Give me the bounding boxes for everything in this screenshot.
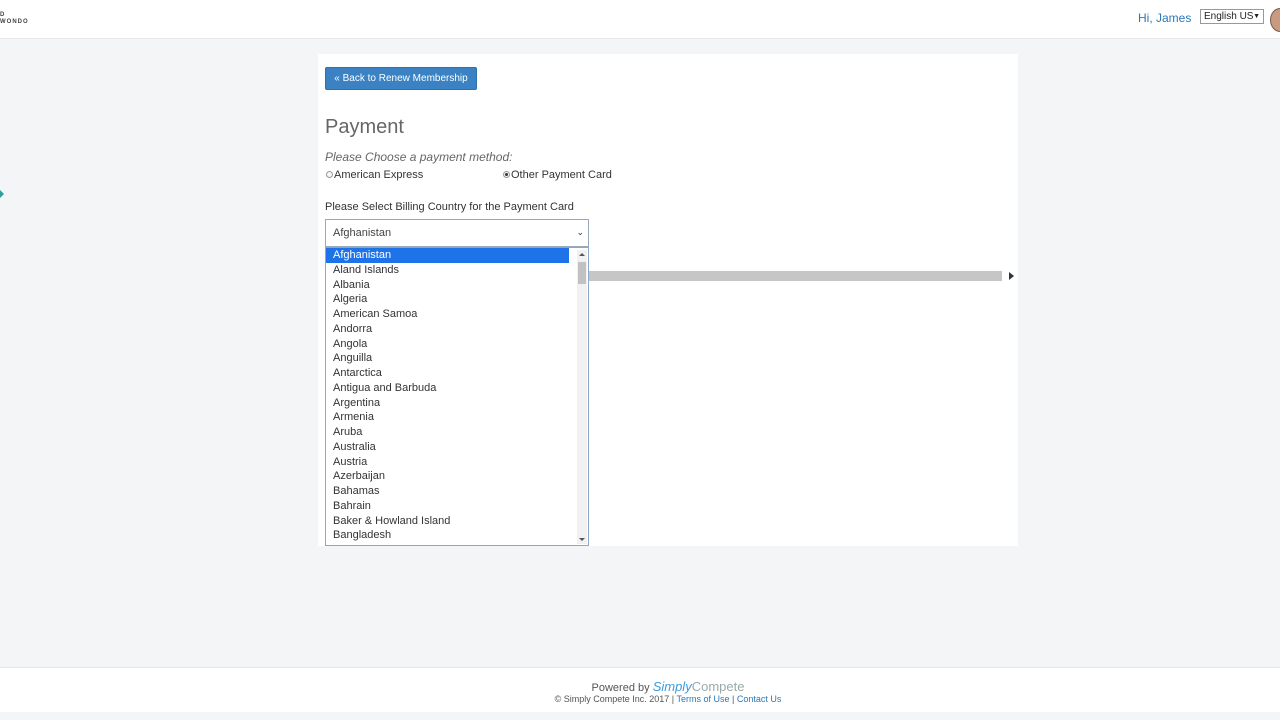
top-bar: D WONDO Hi, James English US ▼ (0, 0, 1280, 39)
footer-separator: | (732, 694, 735, 704)
radio-american-express[interactable] (326, 171, 333, 178)
terms-of-use-link[interactable]: Terms of Use (676, 694, 729, 704)
billing-country-value: Afghanistan (333, 227, 392, 239)
radio-other-payment-card[interactable] (503, 171, 510, 178)
country-option[interactable]: Algeria (326, 292, 569, 307)
brand-name-b: Compete (691, 679, 745, 694)
scroll-down-icon[interactable] (579, 538, 585, 541)
country-option[interactable]: Azerbaijan (326, 469, 569, 484)
country-option[interactable]: Argentina (326, 396, 569, 411)
vertical-scrollbar[interactable] (577, 250, 587, 544)
country-option[interactable]: Baker & Howland Island (326, 514, 569, 529)
billing-country-label: Please Select Billing Country for the Pa… (325, 201, 574, 213)
powered-by: Powered by SimplyCompete (0, 679, 1280, 694)
country-option[interactable]: Angola (326, 337, 569, 352)
scroll-up-icon[interactable] (579, 253, 585, 256)
country-option[interactable]: Andorra (326, 322, 569, 337)
country-option[interactable]: American Samoa (326, 307, 569, 322)
country-option[interactable]: Bahamas (326, 484, 569, 499)
country-option[interactable]: Bangladesh (326, 528, 569, 543)
scrollbar-thumb[interactable] (578, 262, 586, 284)
side-toggle-icon[interactable] (0, 190, 4, 198)
page-title: Payment (325, 116, 404, 138)
radio-american-express-label[interactable]: American Express (334, 169, 423, 181)
avatar[interactable] (1270, 8, 1280, 32)
chevron-down-icon: ⌄ (576, 227, 584, 237)
brand-name-a: Simply (652, 679, 692, 694)
country-option[interactable]: Antarctica (326, 366, 569, 381)
back-to-renew-membership-button[interactable]: « Back to Renew Membership (325, 67, 477, 90)
copyright-text: © Simply Compete Inc. 2017 | (554, 694, 675, 704)
country-option[interactable]: Austria (326, 455, 569, 470)
chevron-down-icon: ▼ (1253, 13, 1260, 20)
language-select[interactable]: English US ▼ (1200, 9, 1264, 24)
contact-us-link[interactable]: Contact Us (737, 694, 782, 704)
country-option[interactable]: Afghanistan (326, 248, 569, 263)
powered-by-label: Powered by (591, 682, 650, 694)
horizontal-scrollbar[interactable] (589, 271, 1002, 281)
scroll-right-icon[interactable] (1009, 272, 1014, 280)
country-option[interactable]: Aruba (326, 425, 569, 440)
language-value: English US (1204, 11, 1254, 22)
user-greeting[interactable]: Hi, James (1138, 11, 1191, 25)
copyright: © Simply Compete Inc. 2017 | Terms of Us… (0, 694, 1280, 704)
country-option[interactable]: Armenia (326, 410, 569, 425)
country-dropdown-list[interactable]: Afghanistan Aland Islands Albania Algeria Am… (325, 247, 589, 546)
country-option[interactable]: Antigua and Barbuda (326, 381, 569, 396)
radio-other-payment-card-label[interactable]: Other Payment Card (511, 169, 612, 181)
footer: Powered by SimplyCompete © Simply Compet… (0, 667, 1280, 712)
logo[interactable]: D WONDO (0, 12, 29, 26)
brand-logo[interactable]: SimplyCompete (653, 679, 745, 694)
country-option[interactable]: Australia (326, 440, 569, 455)
payment-method-prompt: Please Choose a payment method: (325, 150, 513, 164)
country-option[interactable]: Anguilla (326, 351, 569, 366)
country-option[interactable]: Bahrain (326, 499, 569, 514)
country-option[interactable]: Albania (326, 278, 569, 293)
country-options: Afghanistan Aland Islands Albania Algeria Am… (326, 248, 588, 543)
country-option[interactable]: Aland Islands (326, 263, 569, 278)
billing-country-select[interactable]: Afghanistan ⌄ (325, 219, 589, 247)
